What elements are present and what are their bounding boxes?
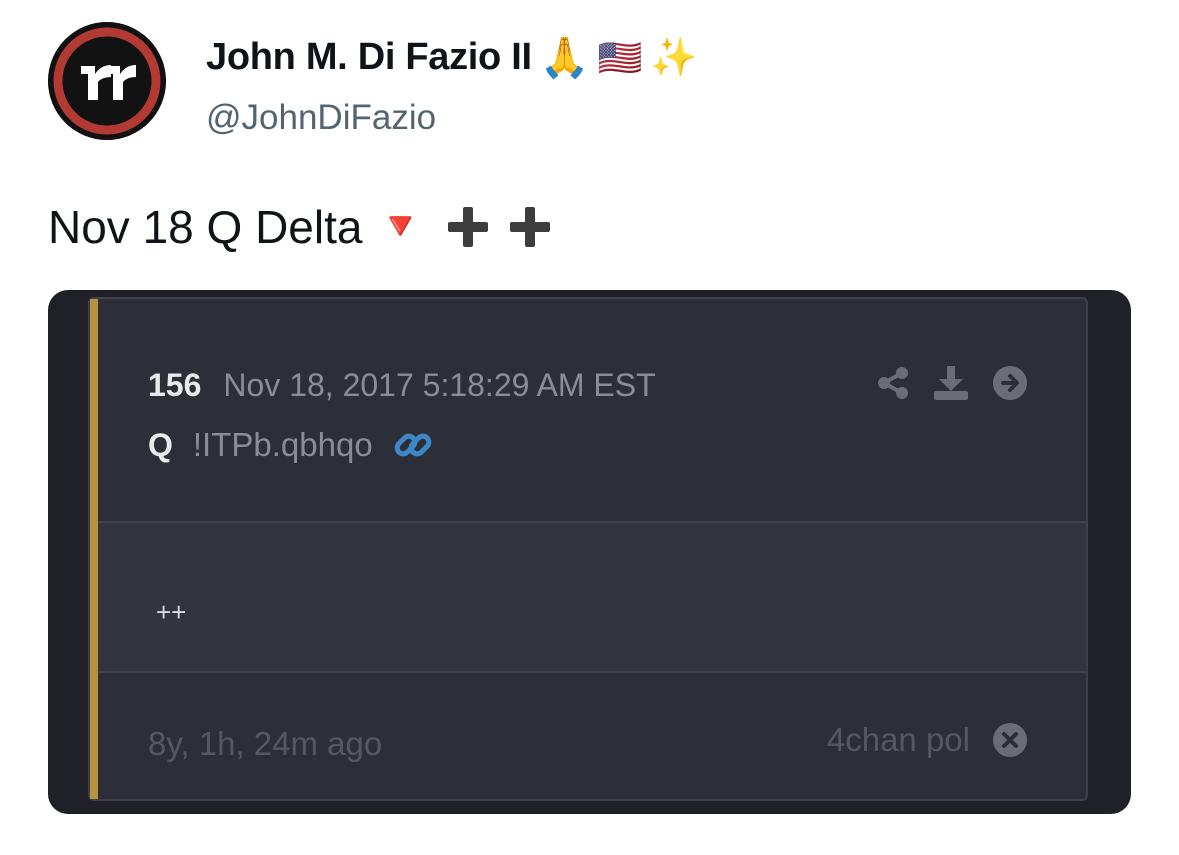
post-body: ++ xyxy=(98,523,1086,671)
red-triangle-emoji: 🔻 xyxy=(376,206,424,248)
user-handle[interactable]: @JohnDiFazio xyxy=(206,98,436,138)
heavy-plus-icon xyxy=(509,207,550,247)
author-name: Q xyxy=(148,426,173,463)
post-body-text: ++ xyxy=(156,597,187,627)
display-name[interactable]: John M. Di Fazio II xyxy=(206,36,532,79)
share-icon[interactable] xyxy=(876,366,910,400)
arrow-right-circle-icon[interactable] xyxy=(992,365,1028,401)
link-icon[interactable] xyxy=(393,425,433,465)
close-circle-icon[interactable] xyxy=(992,722,1028,758)
post-age: 8y, 1h, 24m ago xyxy=(148,725,383,762)
heavy-plus-icon xyxy=(447,207,488,247)
tweet-text-content: Nov 18 Q Delta xyxy=(48,201,363,253)
post-number: 156 xyxy=(148,367,202,403)
accent-bar xyxy=(90,299,98,799)
post-date: Nov 18, 2017 5:18:29 AM EST xyxy=(223,367,656,403)
tripcode: !ITPb.qbhqo xyxy=(192,426,373,463)
divider xyxy=(98,671,1086,673)
embedded-post-card[interactable]: 156 Nov 18, 2017 5:18:29 AM EST Q !ITPb.… xyxy=(48,290,1131,814)
source-label: 4chan pol xyxy=(826,721,970,758)
tweet-text: Nov 18 Q Delta 🔻 xyxy=(48,200,554,254)
display-name-row: John M. Di Fazio II 🙏 🇺🇸 ✨ xyxy=(206,34,698,81)
avatar[interactable] xyxy=(48,22,166,140)
plus-icons xyxy=(444,203,554,251)
praying-hands-emoji: 🙏 xyxy=(539,36,590,80)
post-panel: 156 Nov 18, 2017 5:18:29 AM EST Q !ITPb.… xyxy=(88,297,1088,801)
download-icon[interactable] xyxy=(932,365,970,401)
avatar-logo-icon xyxy=(48,22,166,140)
us-flag-emoji: 🇺🇸 xyxy=(597,36,643,78)
post-author: Q !ITPb.qbhqo xyxy=(148,425,433,465)
post-actions xyxy=(876,365,1028,401)
post-source: 4chan pol xyxy=(827,721,1028,759)
sparkles-emoji: ✨ xyxy=(650,36,698,79)
post-header: 156 Nov 18, 2017 5:18:29 AM EST xyxy=(148,367,656,404)
